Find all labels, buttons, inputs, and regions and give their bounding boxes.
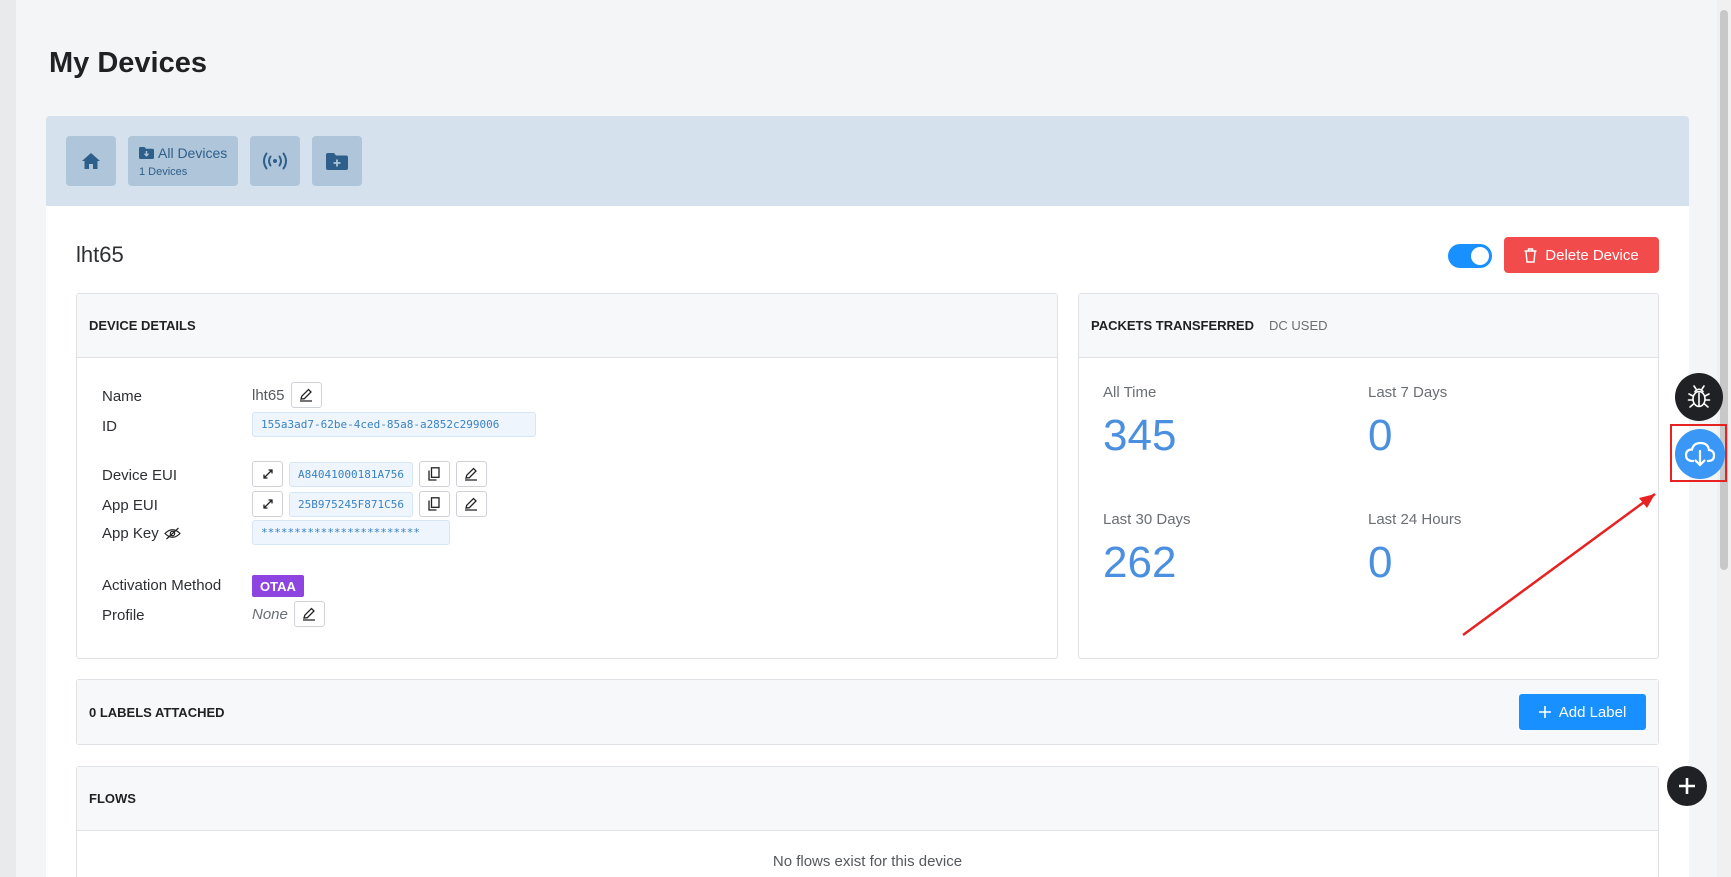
app-key-label: App Key <box>102 525 159 542</box>
copy-icon <box>428 467 441 481</box>
id-row: 155a3ad7-62be-4ced-85a8-a2852c299006 <box>252 412 536 437</box>
id-label: ID <box>102 418 117 435</box>
folder-download-icon <box>139 146 154 159</box>
copy-icon <box>428 497 441 511</box>
stat-label: Last 7 Days <box>1368 384 1448 401</box>
debug-button[interactable] <box>1675 373 1723 421</box>
stat-label: Last 30 Days <box>1103 511 1191 528</box>
stat-label: All Time <box>1103 384 1157 401</box>
otaa-badge: OTAA <box>252 575 304 597</box>
expand-app-eui-button[interactable] <box>252 491 283 517</box>
stat-label: Last 24 Hours <box>1368 511 1462 528</box>
annotation-arrow <box>1462 492 1656 637</box>
edit-profile-button[interactable] <box>293 601 325 627</box>
app-eui-row: 25B975245F871C56 <box>252 491 487 517</box>
pencil-icon <box>300 388 313 402</box>
delete-device-label: Delete Device <box>1545 246 1639 264</box>
device-details-header: DEVICE DETAILS <box>77 294 1057 358</box>
pencil-icon <box>465 467 478 481</box>
stat-last-7-days: Last 7 Days 0 <box>1368 384 1447 461</box>
device-details-panel: DEVICE DETAILS Name lht65 ID 155a3ad7-62… <box>76 293 1058 659</box>
home-button[interactable] <box>66 136 116 186</box>
scrollbar-thumb[interactable] <box>1720 10 1728 570</box>
all-devices-button[interactable]: All Devices 1 Devices <box>128 136 238 186</box>
delete-device-button[interactable]: Delete Device <box>1504 237 1659 273</box>
plus-icon <box>1679 778 1695 794</box>
copy-app-eui-button[interactable] <box>418 491 450 517</box>
edit-name-button[interactable] <box>290 382 322 408</box>
expand-icon <box>262 469 273 479</box>
device-title: lht65 <box>76 242 124 267</box>
eye-off-icon[interactable] <box>163 527 181 540</box>
pencil-icon <box>303 607 316 621</box>
all-devices-count: 1 Devices <box>139 165 188 178</box>
app-eui-value[interactable]: 25B975245F871C56 <box>289 491 413 517</box>
edit-device-eui-button[interactable] <box>455 461 487 487</box>
stat-value: 262 <box>1103 538 1177 587</box>
stat-value: 345 <box>1103 411 1177 460</box>
labels-panel: 0 LABELS ATTACHED Add Label <box>76 679 1659 745</box>
tab-packets-transferred[interactable]: PACKETS TRANSFERRED <box>1091 318 1254 333</box>
plus-icon <box>1538 706 1551 718</box>
signal-button[interactable] <box>250 136 300 186</box>
folder-plus-icon <box>326 152 348 170</box>
tab-dc-used[interactable]: DC USED <box>1269 318 1328 333</box>
broadcast-icon <box>263 152 287 170</box>
add-floating-button[interactable] <box>1667 766 1707 806</box>
name-value: lht65 <box>252 386 285 404</box>
profile-row: None <box>252 601 325 627</box>
device-eui-value[interactable]: A84041000181A756 <box>289 461 413 487</box>
profile-label: Profile <box>102 607 145 624</box>
edit-app-eui-button[interactable] <box>455 491 487 517</box>
stat-value: 0 <box>1368 411 1393 460</box>
device-eui-row: A84041000181A756 <box>252 461 487 487</box>
add-label-button[interactable]: Add Label <box>1519 694 1646 730</box>
activation-method-row: OTAA <box>252 575 304 597</box>
packets-header: PACKETS TRANSFERRED DC USED <box>1079 294 1658 358</box>
flows-header: FLOWS <box>77 767 1658 831</box>
stat-all-time: All Time 345 <box>1103 384 1176 461</box>
name-label: Name <box>102 388 143 405</box>
left-gutter <box>0 0 16 877</box>
name-row: lht65 <box>252 382 322 408</box>
toggle-knob <box>1471 247 1489 265</box>
labels-header: 0 LABELS ATTACHED <box>77 680 1658 744</box>
trash-icon <box>1524 247 1537 263</box>
pencil-icon <box>465 497 478 511</box>
id-value[interactable]: 155a3ad7-62be-4ced-85a8-a2852c299006 <box>252 412 536 437</box>
stat-last-24-hours: Last 24 Hours 0 <box>1368 511 1461 588</box>
add-folder-button[interactable] <box>312 136 362 186</box>
all-devices-label: All Devices <box>158 144 228 161</box>
device-active-toggle[interactable] <box>1448 244 1492 268</box>
stat-value: 0 <box>1368 538 1393 587</box>
home-icon <box>82 153 100 169</box>
app-eui-label: App EUI <box>102 497 158 514</box>
app-key-row: ************************ <box>252 520 450 545</box>
expand-device-eui-button[interactable] <box>252 461 283 487</box>
activation-method-label: Activation Method <box>102 577 222 594</box>
device-eui-label: Device EUI <box>102 467 178 484</box>
page-title: My Devices <box>49 47 207 79</box>
bug-icon <box>1687 385 1711 408</box>
copy-device-eui-button[interactable] <box>418 461 450 487</box>
app-key-label-row: App Key <box>102 525 181 542</box>
annotation-highlight-box <box>1670 424 1727 482</box>
profile-value: None <box>252 605 288 623</box>
flows-panel: FLOWS No flows exist for this device <box>76 766 1659 877</box>
app-key-value[interactable]: ************************ <box>252 520 450 545</box>
stat-last-30-days: Last 30 Days 262 <box>1103 511 1191 588</box>
add-label-text: Add Label <box>1558 703 1627 721</box>
device-nav-bar: All Devices 1 Devices <box>46 116 1689 206</box>
expand-icon <box>262 499 273 509</box>
device-card: lht65 Delete Device DEVICE DETAILS Name … <box>46 206 1689 877</box>
no-flows-message: No flows exist for this device <box>772 853 963 870</box>
